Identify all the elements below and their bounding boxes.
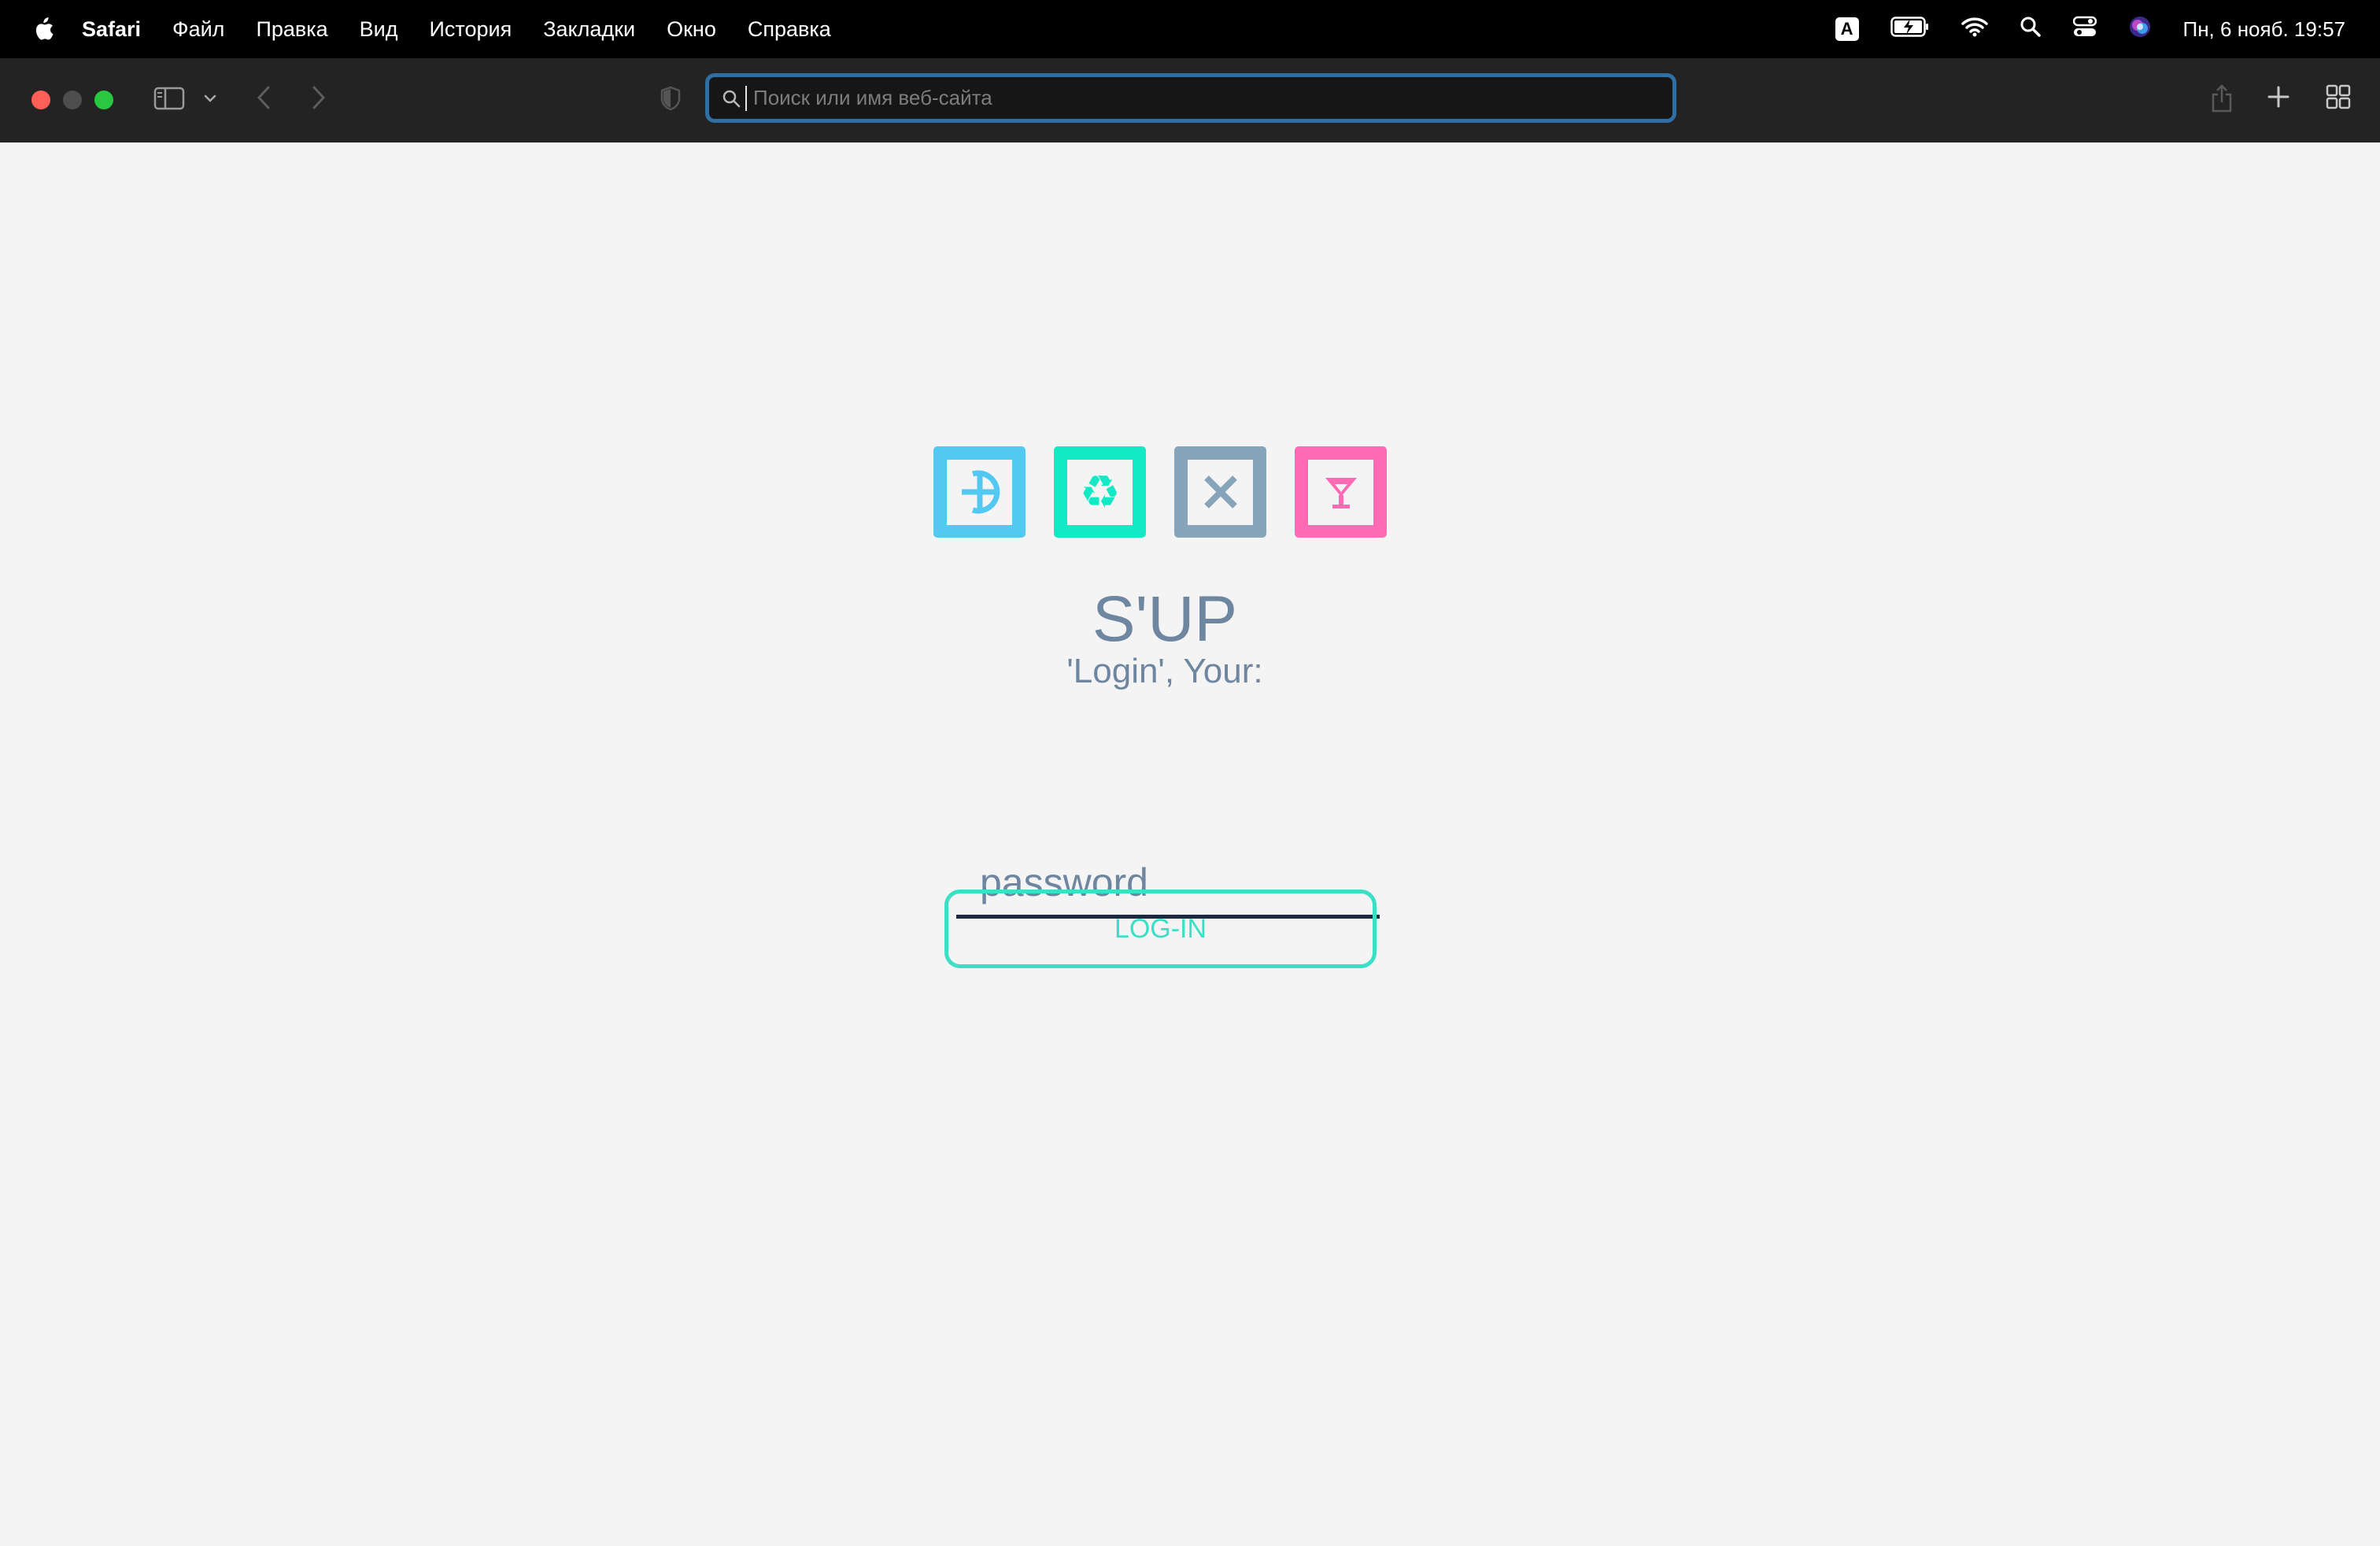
address-input[interactable]	[753, 86, 1619, 110]
wifi-icon[interactable]	[1961, 17, 1988, 43]
back-chevron-icon[interactable]	[252, 83, 275, 112]
forward-chevron-icon[interactable]	[307, 83, 331, 112]
address-bar[interactable]	[705, 73, 1676, 123]
menu-app-name[interactable]: Safari	[82, 17, 141, 42]
login-prompt: 'Login', Your:	[1066, 652, 1263, 690]
cocktail-logo-icon	[1295, 446, 1387, 538]
chevron-down-icon[interactable]	[201, 90, 219, 107]
privacy-shield-icon[interactable]	[658, 85, 683, 112]
cross-logo-icon	[1174, 446, 1266, 538]
text-caret	[745, 85, 747, 111]
sidebar-toggle-icon[interactable]	[153, 86, 186, 111]
status-area: A Пн, 6 нояб. 19:57	[1804, 0, 2345, 58]
input-source-indicator[interactable]: A	[1835, 17, 1859, 41]
siri-icon[interactable]	[2128, 15, 2152, 44]
menu-edit[interactable]: Правка	[256, 17, 327, 42]
menu-file[interactable]: Файл	[172, 17, 224, 42]
control-center-icon[interactable]	[2072, 16, 2097, 43]
recycle-logo-icon: ♻	[1054, 446, 1146, 538]
tab-overview-icon[interactable]	[2325, 83, 2352, 110]
menu-clock[interactable]: Пн, 6 нояб. 19:57	[2183, 17, 2345, 42]
apple-menu-icon[interactable]	[31, 16, 55, 43]
menu-window[interactable]: Окно	[667, 17, 716, 42]
window-minimize-button[interactable]	[63, 91, 82, 109]
menu-help[interactable]: Справка	[748, 17, 831, 42]
web-page: ♻ S'UP 'Login', Your: LOG-IN	[0, 142, 2380, 1546]
window-zoom-button[interactable]	[94, 91, 113, 109]
battery-icon[interactable]	[1890, 16, 1930, 43]
spotlight-search-icon[interactable]	[2020, 16, 2042, 43]
app-title: S'UP	[1092, 583, 1238, 655]
compass-logo-icon	[933, 446, 1026, 538]
search-icon	[720, 87, 742, 109]
menu-history[interactable]: История	[430, 17, 512, 42]
share-icon[interactable]	[2208, 82, 2235, 115]
menu-bookmarks[interactable]: Закладки	[543, 17, 635, 42]
login-button[interactable]: LOG-IN	[944, 890, 1377, 968]
macos-menu-bar: Safari Файл Правка Вид История Закладки …	[0, 0, 2380, 58]
menu-view[interactable]: Вид	[360, 17, 398, 42]
window-close-button[interactable]	[31, 91, 50, 109]
new-tab-plus-icon[interactable]	[2265, 83, 2292, 110]
